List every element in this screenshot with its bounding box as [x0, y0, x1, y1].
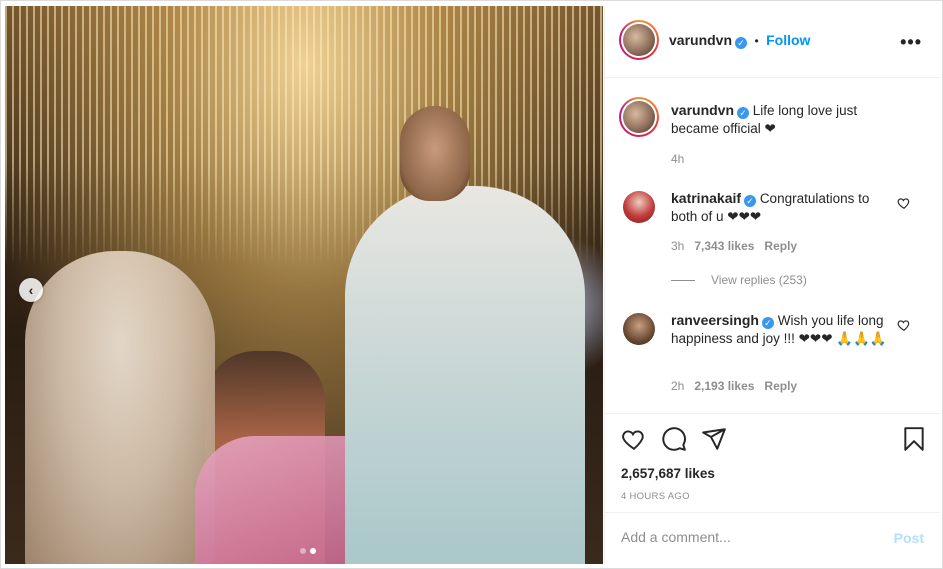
verified-badge-icon: ✓ — [744, 195, 757, 207]
post-button[interactable]: Post — [894, 530, 924, 546]
separator: • — [754, 34, 759, 48]
view-replies-label: View replies (253) — [711, 273, 807, 287]
likes-count[interactable]: 2,657,687 likes — [621, 466, 715, 481]
verified-badge-icon: ✓ — [761, 317, 774, 329]
heart-icon[interactable] — [621, 426, 647, 452]
comment-meta: 3h 7,343 likes Reply — [671, 239, 797, 253]
comment-likes[interactable]: 7,343 likes — [694, 239, 754, 253]
paper-plane-icon[interactable] — [701, 426, 727, 452]
photo-figure — [195, 436, 365, 564]
caption-username[interactable]: varundvn — [671, 102, 734, 118]
heart-icon[interactable] — [897, 196, 911, 210]
header-username[interactable]: varundvn — [669, 32, 732, 48]
avatar[interactable] — [619, 20, 659, 60]
bookmark-icon[interactable] — [901, 426, 927, 452]
comment-time[interactable]: 3h — [671, 239, 684, 253]
view-replies-button[interactable]: View replies (253) — [671, 273, 807, 287]
comment-likes[interactable]: 2,193 likes — [694, 379, 754, 393]
post-photo[interactable]: ‹ — [5, 6, 603, 564]
chevron-left-icon[interactable]: ‹ — [19, 278, 43, 302]
post-actions: 2,657,687 likes 4 HOURS AGO — [605, 413, 940, 511]
caption: varundvn ✓ Life long love just became off… — [671, 101, 881, 138]
photo-figure — [25, 251, 215, 564]
carousel-indicator — [300, 548, 316, 554]
comment: ranveersingh ✓ Wish you life long happine… — [671, 311, 889, 348]
avatar[interactable] — [623, 313, 655, 345]
verified-badge-icon: ✓ — [737, 107, 750, 119]
caption-time[interactable]: 4h — [671, 152, 684, 166]
post-header: varundvn ✓ • Follow ••• — [605, 6, 940, 78]
photo-figure — [400, 106, 470, 201]
comments-list[interactable]: varundvn ✓ Life long love just became off… — [605, 79, 940, 412]
add-comment-bar: Post — [605, 512, 940, 564]
post-modal: ‹ varundvn ✓ • Follow ••• varundvn ✓ Lif… — [0, 0, 943, 569]
carousel-dot — [300, 548, 306, 554]
more-options-icon[interactable]: ••• — [900, 32, 922, 53]
comment-username[interactable]: katrinakaif — [671, 190, 741, 206]
carousel-dot-active — [310, 548, 316, 554]
comment-time[interactable]: 2h — [671, 379, 684, 393]
avatar[interactable] — [623, 191, 655, 223]
comment-input[interactable] — [621, 529, 881, 545]
heart-icon[interactable] — [897, 318, 911, 332]
post-timestamp[interactable]: 4 HOURS AGO — [621, 491, 690, 502]
reply-button[interactable]: Reply — [764, 379, 797, 393]
verified-badge-icon: ✓ — [735, 37, 748, 49]
comment: katrinakaif ✓ Congratulations to both of … — [671, 189, 886, 226]
follow-button[interactable]: Follow — [766, 32, 810, 48]
post-side-panel: varundvn ✓ • Follow ••• varundvn ✓ Life lo… — [604, 6, 940, 564]
reply-button[interactable]: Reply — [764, 239, 797, 253]
comment-username[interactable]: ranveersingh — [671, 312, 759, 328]
comment-bubble-icon[interactable] — [661, 426, 687, 452]
avatar[interactable] — [619, 97, 659, 137]
photo-figure — [345, 186, 585, 564]
comment-meta: 2h 2,193 likes Reply — [671, 379, 797, 393]
